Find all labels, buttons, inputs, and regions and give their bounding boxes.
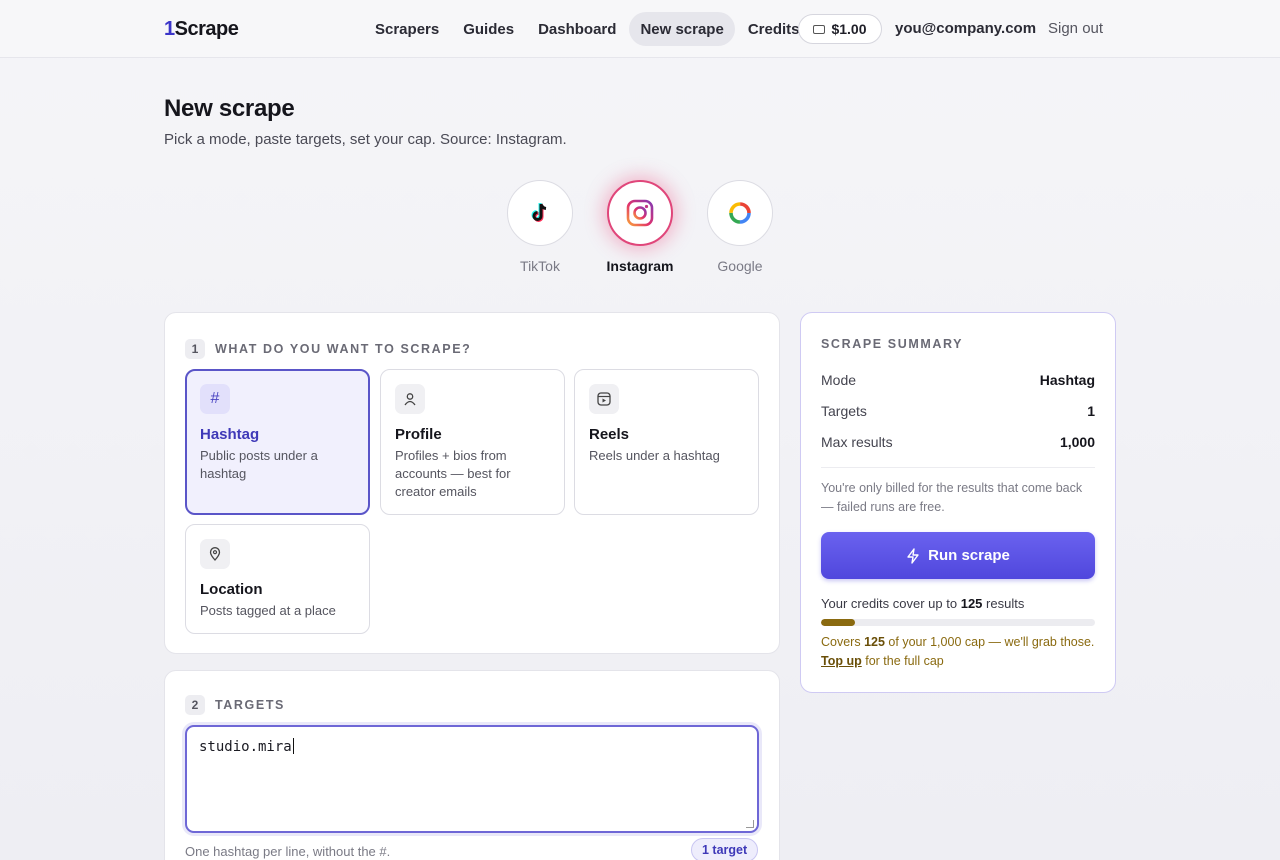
step-targets-card: 2 TARGETS studio.mira One hashtag per li… bbox=[164, 670, 780, 860]
target-count-badge: 1 target bbox=[691, 838, 759, 860]
source-label: Instagram bbox=[606, 258, 674, 274]
balance-value: $1.00 bbox=[831, 21, 867, 37]
step-header: 2 TARGETS bbox=[185, 695, 285, 715]
step-header: 1 WHAT DO YOU WANT TO SCRAPE? bbox=[185, 339, 471, 359]
summary-key: Mode bbox=[821, 372, 857, 388]
summary-title: SCRAPE SUMMARY bbox=[821, 337, 964, 351]
summary-key: Targets bbox=[821, 403, 867, 419]
step-title: WHAT DO YOU WANT TO SCRAPE? bbox=[215, 342, 472, 356]
nav-scrapers[interactable]: Scrapers bbox=[364, 12, 450, 46]
credits-cover-line: Your credits cover up to 125 results bbox=[821, 596, 1025, 611]
run-scrape-label: Run scrape bbox=[928, 547, 1010, 564]
nav-guides[interactable]: Guides bbox=[452, 12, 525, 46]
source-label: TikTok bbox=[520, 258, 560, 274]
bolt-icon bbox=[907, 547, 919, 564]
mode-description: Profiles + bios from accounts — best for… bbox=[395, 448, 511, 499]
billing-note: You're only billed for the results that … bbox=[821, 481, 1083, 514]
balance-pill[interactable]: $1.00 bbox=[798, 14, 882, 44]
instagram-icon bbox=[607, 180, 673, 246]
user-icon bbox=[395, 384, 425, 414]
step-number: 2 bbox=[185, 695, 205, 715]
reels-icon bbox=[589, 384, 619, 414]
credits-progress-fill bbox=[821, 619, 856, 626]
mode-description: Reels under a hashtag bbox=[589, 448, 720, 463]
cap-warning: Covers 125 of your 1,000 cap — we'll gra… bbox=[821, 635, 1095, 668]
mode-description: Posts tagged at a place bbox=[200, 603, 336, 618]
divider bbox=[821, 467, 1095, 468]
summary-row-max-results: Max results 1,000 bbox=[821, 434, 1095, 450]
summary-value: Hashtag bbox=[1039, 372, 1095, 388]
google-icon bbox=[707, 180, 773, 246]
summary-key: Max results bbox=[821, 434, 893, 450]
text-caret bbox=[292, 738, 294, 754]
mode-hashtag[interactable]: # Hashtag Public posts under a hashtag bbox=[185, 369, 370, 515]
mode-description: Public posts under a hashtag bbox=[200, 448, 318, 481]
step-mode-card: 1 WHAT DO YOU WANT TO SCRAPE? # Hashtag … bbox=[164, 312, 780, 654]
summary-value: 1,000 bbox=[1059, 434, 1095, 450]
top-up-link[interactable]: Top up bbox=[821, 654, 862, 668]
location-pin-icon bbox=[200, 539, 230, 569]
tiktok-icon bbox=[507, 180, 573, 246]
run-scrape-button[interactable]: Run scrape bbox=[821, 532, 1095, 579]
credits-progress-bar bbox=[821, 619, 1095, 626]
step-number: 1 bbox=[185, 339, 205, 359]
summary-row-targets: Targets 1 bbox=[821, 403, 1095, 419]
mode-profile[interactable]: Profile Profiles + bios from accounts — … bbox=[380, 369, 565, 515]
targets-hint: One hashtag per line, without the #. bbox=[185, 844, 391, 859]
mode-title: Reels bbox=[589, 426, 630, 443]
hash-icon: # bbox=[200, 384, 230, 414]
sign-out-link[interactable]: Sign out bbox=[1048, 20, 1103, 37]
mode-title: Profile bbox=[395, 426, 442, 443]
mode-location[interactable]: Location Posts tagged at a place bbox=[185, 524, 370, 634]
source-instagram[interactable]: Instagram bbox=[607, 180, 673, 274]
targets-textarea[interactable]: studio.mira bbox=[185, 725, 759, 833]
page-subtitle: Pick a mode, paste targets, set your cap… bbox=[164, 131, 567, 148]
mode-title: Location bbox=[200, 581, 263, 598]
summary-value: 1 bbox=[1087, 403, 1095, 419]
mode-title: Hashtag bbox=[200, 426, 260, 443]
resize-handle-icon[interactable] bbox=[746, 820, 754, 828]
source-label: Google bbox=[717, 258, 763, 274]
targets-value: studio.mira bbox=[199, 739, 292, 755]
page-title: New scrape bbox=[164, 95, 295, 122]
top-nav-bar: 1Scrape Scrapers Guides Dashboard New sc… bbox=[0, 0, 1280, 58]
source-google[interactable]: Google bbox=[707, 180, 773, 274]
source-tiktok[interactable]: TikTok bbox=[507, 180, 573, 274]
scrape-summary-panel: SCRAPE SUMMARY Mode Hashtag Targets 1 Ma… bbox=[800, 312, 1116, 693]
user-email[interactable]: you@company.com bbox=[895, 20, 1036, 37]
step-title: TARGETS bbox=[215, 698, 285, 712]
nav-new-scrape[interactable]: New scrape bbox=[629, 12, 735, 46]
main-nav: Scrapers Guides Dashboard New scrape Cre… bbox=[364, 12, 813, 46]
wallet-icon bbox=[813, 24, 826, 34]
logo[interactable]: 1Scrape bbox=[164, 18, 239, 41]
summary-row-mode: Mode Hashtag bbox=[821, 372, 1095, 388]
mode-reels[interactable]: Reels Reels under a hashtag bbox=[574, 369, 759, 515]
nav-dashboard[interactable]: Dashboard bbox=[527, 12, 627, 46]
